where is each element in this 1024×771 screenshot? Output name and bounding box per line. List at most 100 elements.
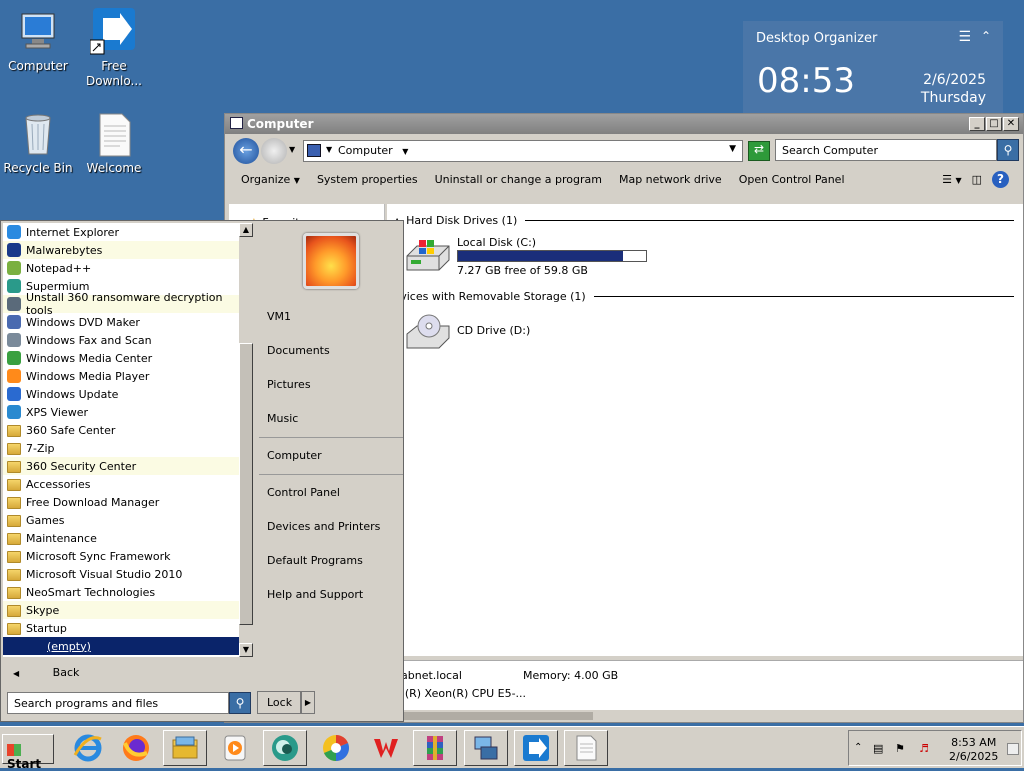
link-pictures[interactable]: Pictures bbox=[267, 378, 311, 391]
search-icon[interactable]: ⚲ bbox=[997, 139, 1019, 161]
program-item[interactable]: 360 Safe Center bbox=[3, 421, 239, 439]
lock-button[interactable]: Lock bbox=[257, 691, 301, 714]
taskbar-network[interactable] bbox=[464, 730, 508, 766]
program-label: Internet Explorer bbox=[26, 225, 119, 239]
scrollbar-thumb[interactable] bbox=[387, 712, 593, 720]
drive-cd-d[interactable]: CD Drive (D:) bbox=[405, 310, 665, 356]
program-item[interactable]: Windows Media Player bbox=[3, 367, 239, 385]
taskbar-app[interactable] bbox=[314, 730, 358, 766]
taskbar-media-player[interactable] bbox=[213, 730, 257, 766]
program-item[interactable]: Notepad++ bbox=[3, 259, 239, 277]
address-dropdown-icon[interactable]: ▼ bbox=[729, 144, 736, 154]
program-label: 7-Zip bbox=[26, 441, 55, 455]
breadcrumb-chevron-icon[interactable]: ▼ bbox=[402, 147, 408, 156]
back-button[interactable]: ◀ Back bbox=[3, 661, 253, 683]
program-item[interactable]: Windows Media Center bbox=[3, 349, 239, 367]
action-center-flag-icon[interactable]: ⚑ bbox=[895, 742, 909, 756]
minimize-button[interactable]: _ bbox=[969, 117, 985, 131]
back-button[interactable]: ← bbox=[233, 138, 259, 164]
group-removable-storage[interactable]: ▲ Devices with Removable Storage (1) bbox=[385, 290, 1014, 303]
system-properties-button[interactable]: System properties bbox=[317, 173, 418, 186]
refresh-button[interactable]: ⇄ bbox=[748, 141, 770, 161]
program-item[interactable]: Windows Update bbox=[3, 385, 239, 403]
taskbar-winrar[interactable] bbox=[413, 730, 457, 766]
command-bar: Organize ▼ System properties Uninstall o… bbox=[225, 164, 1023, 194]
taskbar-wps[interactable] bbox=[364, 730, 408, 766]
address-text[interactable]: Computer bbox=[338, 144, 393, 157]
window-titlebar[interactable]: Computer _ □ ✕ bbox=[225, 114, 1023, 134]
link-devices-printers[interactable]: Devices and Printers bbox=[267, 520, 380, 533]
preview-pane-icon[interactable]: ◫ bbox=[972, 173, 982, 186]
maximize-button[interactable]: □ bbox=[986, 117, 1002, 131]
chevron-up-icon[interactable]: ⌃ bbox=[981, 29, 991, 43]
scroll-down-icon[interactable]: ▼ bbox=[239, 643, 253, 657]
taskbar-fdm[interactable] bbox=[514, 730, 558, 766]
program-item[interactable]: Internet Explorer bbox=[3, 223, 239, 241]
program-item[interactable]: Unstall 360 ransomware decryption tools bbox=[3, 291, 239, 317]
desktop-icon-fdm[interactable]: Free Downlo... bbox=[76, 8, 152, 89]
program-item[interactable]: Startup bbox=[3, 619, 239, 637]
program-item[interactable]: NeoSmart Technologies bbox=[3, 583, 239, 601]
desktop-icon-computer[interactable]: Computer bbox=[0, 8, 76, 74]
link-default-programs[interactable]: Default Programs bbox=[267, 554, 363, 567]
link-help-support[interactable]: Help and Support bbox=[267, 588, 363, 601]
clock[interactable]: 8:53 AM 2/6/2025 bbox=[949, 736, 998, 764]
horizontal-scrollbar[interactable] bbox=[387, 712, 1023, 720]
taskbar-explorer[interactable] bbox=[163, 730, 207, 766]
taskbar-notepad[interactable] bbox=[564, 730, 608, 766]
hamburger-menu-icon[interactable]: ☰ bbox=[958, 29, 971, 45]
search-icon[interactable]: ⚲ bbox=[229, 692, 251, 714]
change-view-icon[interactable]: ☰ ▼ bbox=[942, 173, 962, 186]
link-documents[interactable]: Documents bbox=[267, 344, 330, 357]
program-item[interactable]: Microsoft Visual Studio 2010 bbox=[3, 565, 239, 583]
group-hard-disk-drives[interactable]: ▲ Hard Disk Drives (1) bbox=[394, 214, 1014, 227]
program-item[interactable]: Accessories bbox=[3, 475, 239, 493]
drive-local-disk-c[interactable]: Local Disk (C:) 7.27 GB free of 59.8 GB bbox=[405, 234, 665, 280]
scroll-up-icon[interactable]: ▲ bbox=[239, 223, 253, 237]
taskbar-ie[interactable] bbox=[66, 730, 110, 766]
link-music[interactable]: Music bbox=[267, 412, 298, 425]
open-control-panel-button[interactable]: Open Control Panel bbox=[739, 173, 845, 186]
taskbar-supermium[interactable] bbox=[263, 730, 307, 766]
program-item[interactable]: Maintenance bbox=[3, 529, 239, 547]
help-icon[interactable]: ? bbox=[992, 171, 1009, 188]
program-item[interactable]: Microsoft Sync Framework bbox=[3, 547, 239, 565]
program-item-selected[interactable]: (empty) bbox=[3, 637, 239, 655]
forward-button[interactable] bbox=[261, 138, 287, 164]
program-item[interactable]: Windows Fax and Scan bbox=[3, 331, 239, 349]
desktop-icon-recycle-bin[interactable]: Recycle Bin bbox=[0, 110, 76, 176]
network-tray-icon[interactable]: ▤ bbox=[873, 742, 887, 756]
uninstall-program-button[interactable]: Uninstall or change a program bbox=[435, 173, 602, 186]
address-field[interactable]: ▼ Computer ▼ ▼ bbox=[303, 140, 743, 162]
breadcrumb-chevron-icon[interactable]: ▼ bbox=[326, 145, 332, 154]
show-desktop-button[interactable] bbox=[1007, 743, 1019, 755]
link-control-panel[interactable]: Control Panel bbox=[267, 486, 340, 499]
shutdown-options-icon[interactable]: ▶ bbox=[301, 691, 315, 714]
link-computer[interactable]: Computer bbox=[267, 449, 322, 462]
user-avatar[interactable] bbox=[303, 233, 359, 289]
program-item[interactable]: 360 Security Center bbox=[3, 457, 239, 475]
program-item[interactable]: Free Download Manager bbox=[3, 493, 239, 511]
search-computer-input[interactable]: Search Computer bbox=[775, 139, 997, 161]
program-item[interactable]: XPS Viewer bbox=[3, 403, 239, 421]
scrollbar-thumb[interactable] bbox=[239, 343, 253, 625]
desktop-icon-welcome[interactable]: Welcome bbox=[76, 110, 152, 176]
volume-muted-icon[interactable]: ♬ bbox=[919, 742, 933, 756]
program-item[interactable]: 7-Zip bbox=[3, 439, 239, 457]
details-pane: abnet.local Memory: 4.00 GB el(R) Xeon(R… bbox=[387, 660, 1023, 710]
map-network-drive-button[interactable]: Map network drive bbox=[619, 173, 722, 186]
taskbar-firefox[interactable] bbox=[114, 730, 158, 766]
program-item[interactable]: Malwarebytes bbox=[3, 241, 239, 259]
search-programs-input[interactable]: Search programs and files bbox=[7, 692, 229, 714]
program-item[interactable]: Skype bbox=[3, 601, 239, 619]
programs-scrollbar[interactable]: ▲ ▼ bbox=[239, 223, 253, 657]
folder-icon bbox=[7, 533, 21, 545]
link-user[interactable]: VM1 bbox=[267, 310, 291, 323]
organize-button[interactable]: Organize ▼ bbox=[241, 173, 300, 186]
show-hidden-icons[interactable]: ⌃ bbox=[854, 742, 868, 756]
all-programs-list: Internet Explorer Malwarebytes Notepad++ Su… bbox=[3, 223, 239, 657]
recent-pages-dropdown-icon[interactable]: ▼ bbox=[289, 145, 295, 154]
start-button[interactable]: Start bbox=[2, 734, 54, 771]
close-button[interactable]: ✕ bbox=[1003, 117, 1019, 131]
program-item[interactable]: Games bbox=[3, 511, 239, 529]
